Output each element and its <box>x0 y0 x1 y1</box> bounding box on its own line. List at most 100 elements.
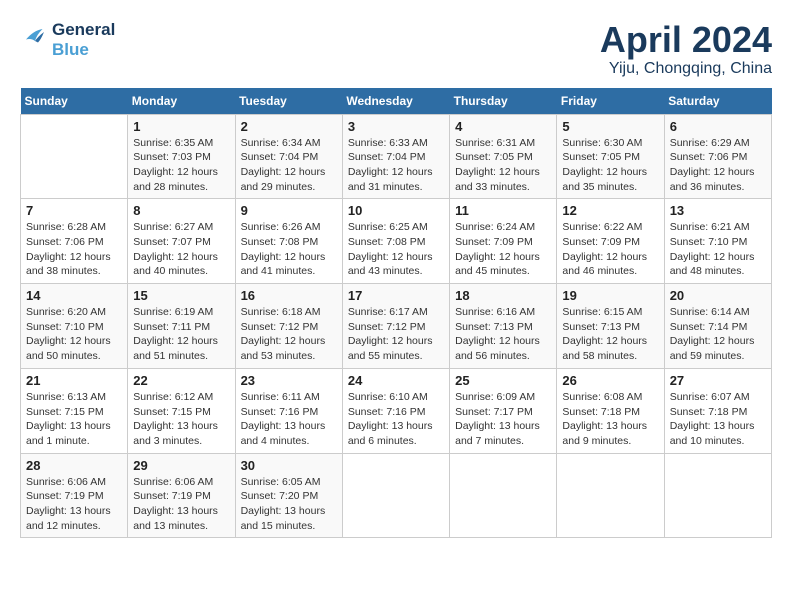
day-number: 3 <box>348 119 444 134</box>
day-info: Sunrise: 6:20 AM Sunset: 7:10 PM Dayligh… <box>26 305 122 364</box>
calendar-cell: 3Sunrise: 6:33 AM Sunset: 7:04 PM Daylig… <box>342 114 449 199</box>
calendar-cell: 4 Sunrise: 6:31 AM Sunset: 7:05 PM Daylig… <box>450 114 557 199</box>
calendar-cell: 12 Sunrise: 6:22 AM Sunset: 7:09 PM Dayli… <box>557 199 664 284</box>
day-info: Sunrise: 6:29 AM Sunset: 7:06 PM Dayligh… <box>670 136 766 195</box>
calendar-cell: 13 Sunrise: 6:21 AM Sunset: 7:10 PM Dayli… <box>664 199 771 284</box>
calendar-cell: 6Sunrise: 6:29 AM Sunset: 7:06 PM Daylig… <box>664 114 771 199</box>
calendar-day-header: Monday <box>128 88 235 115</box>
calendar-cell: 18 Sunrise: 6:16 AM Sunset: 7:13 PM Dayli… <box>450 284 557 369</box>
day-number: 25 <box>455 373 551 388</box>
calendar-cell: 23 Sunrise: 6:11 AM Sunset: 7:16 PM Dayli… <box>235 368 342 453</box>
calendar-cell: 11Sunrise: 6:24 AM Sunset: 7:09 PM Dayli… <box>450 199 557 284</box>
day-info: Sunrise: 6:31 AM Sunset: 7:05 PM Dayligh… <box>455 136 551 195</box>
calendar-cell: 27Sunrise: 6:07 AM Sunset: 7:18 PM Dayli… <box>664 368 771 453</box>
day-number: 9 <box>241 203 337 218</box>
day-number: 11 <box>455 203 551 218</box>
month-title: April 2024 <box>600 20 772 60</box>
location-title: Yiju, Chongqing, China <box>600 60 772 78</box>
calendar-week-row: 21 Sunrise: 6:13 AM Sunset: 7:15 PM Dayli… <box>21 368 772 453</box>
day-number: 12 <box>562 203 658 218</box>
calendar-cell: 10 Sunrise: 6:25 AM Sunset: 7:08 PM Dayli… <box>342 199 449 284</box>
day-info: Sunrise: 6:35 AM Sunset: 7:03 PM Dayligh… <box>133 136 229 195</box>
calendar-cell: 21 Sunrise: 6:13 AM Sunset: 7:15 PM Dayli… <box>21 368 128 453</box>
day-number: 8 <box>133 203 229 218</box>
day-number: 24 <box>348 373 444 388</box>
calendar-cell: 22 Sunrise: 6:12 AM Sunset: 7:15 PM Dayli… <box>128 368 235 453</box>
calendar-cell <box>557 453 664 538</box>
calendar-week-row: 1Sunrise: 6:35 AM Sunset: 7:03 PM Daylig… <box>21 114 772 199</box>
logo-line2: Blue <box>52 40 115 60</box>
logo: General Blue <box>20 20 115 61</box>
day-number: 18 <box>455 288 551 303</box>
calendar-week-row: 14Sunrise: 6:20 AM Sunset: 7:10 PM Dayli… <box>21 284 772 369</box>
calendar-cell: 28 Sunrise: 6:06 AM Sunset: 7:19 PM Dayli… <box>21 453 128 538</box>
calendar-cell: 26 Sunrise: 6:08 AM Sunset: 7:18 PM Dayli… <box>557 368 664 453</box>
calendar-cell <box>342 453 449 538</box>
day-info: Sunrise: 6:22 AM Sunset: 7:09 PM Dayligh… <box>562 220 658 279</box>
day-info: Sunrise: 6:25 AM Sunset: 7:08 PM Dayligh… <box>348 220 444 279</box>
calendar-cell: 16Sunrise: 6:18 AM Sunset: 7:12 PM Dayli… <box>235 284 342 369</box>
day-info: Sunrise: 6:06 AM Sunset: 7:19 PM Dayligh… <box>133 475 229 534</box>
day-number: 26 <box>562 373 658 388</box>
calendar-cell: 15Sunrise: 6:19 AM Sunset: 7:11 PM Dayli… <box>128 284 235 369</box>
day-info: Sunrise: 6:12 AM Sunset: 7:15 PM Dayligh… <box>133 390 229 449</box>
day-number: 4 <box>455 119 551 134</box>
day-number: 7 <box>26 203 122 218</box>
calendar-cell: 19 Sunrise: 6:15 AM Sunset: 7:13 PM Dayli… <box>557 284 664 369</box>
calendar-cell: 1Sunrise: 6:35 AM Sunset: 7:03 PM Daylig… <box>128 114 235 199</box>
calendar-cell: 9 Sunrise: 6:26 AM Sunset: 7:08 PM Daylig… <box>235 199 342 284</box>
calendar-cell: 29 Sunrise: 6:06 AM Sunset: 7:19 PM Dayli… <box>128 453 235 538</box>
calendar-cell: 8 Sunrise: 6:27 AM Sunset: 7:07 PM Daylig… <box>128 199 235 284</box>
calendar-cell: 17 Sunrise: 6:17 AM Sunset: 7:12 PM Dayli… <box>342 284 449 369</box>
calendar-cell: 14Sunrise: 6:20 AM Sunset: 7:10 PM Dayli… <box>21 284 128 369</box>
day-info: Sunrise: 6:27 AM Sunset: 7:07 PM Dayligh… <box>133 220 229 279</box>
calendar-cell <box>450 453 557 538</box>
calendar-cell: 7 Sunrise: 6:28 AM Sunset: 7:06 PM Daylig… <box>21 199 128 284</box>
day-number: 21 <box>26 373 122 388</box>
day-info: Sunrise: 6:06 AM Sunset: 7:19 PM Dayligh… <box>26 475 122 534</box>
day-info: Sunrise: 6:14 AM Sunset: 7:14 PM Dayligh… <box>670 305 766 364</box>
calendar-cell: 20 Sunrise: 6:14 AM Sunset: 7:14 PM Dayli… <box>664 284 771 369</box>
day-info: Sunrise: 6:08 AM Sunset: 7:18 PM Dayligh… <box>562 390 658 449</box>
day-number: 10 <box>348 203 444 218</box>
calendar-header-row: SundayMondayTuesdayWednesdayThursdayFrid… <box>21 88 772 115</box>
day-info: Sunrise: 6:34 AM Sunset: 7:04 PM Dayligh… <box>241 136 337 195</box>
day-number: 27 <box>670 373 766 388</box>
calendar-cell: 2Sunrise: 6:34 AM Sunset: 7:04 PM Daylig… <box>235 114 342 199</box>
day-number: 29 <box>133 458 229 473</box>
day-number: 13 <box>670 203 766 218</box>
day-info: Sunrise: 6:18 AM Sunset: 7:12 PM Dayligh… <box>241 305 337 364</box>
day-number: 22 <box>133 373 229 388</box>
day-info: Sunrise: 6:26 AM Sunset: 7:08 PM Dayligh… <box>241 220 337 279</box>
day-info: Sunrise: 6:17 AM Sunset: 7:12 PM Dayligh… <box>348 305 444 364</box>
day-number: 30 <box>241 458 337 473</box>
calendar-day-header: Tuesday <box>235 88 342 115</box>
title-block: April 2024 Yiju, Chongqing, China <box>600 20 772 78</box>
day-info: Sunrise: 6:15 AM Sunset: 7:13 PM Dayligh… <box>562 305 658 364</box>
day-info: Sunrise: 6:09 AM Sunset: 7:17 PM Dayligh… <box>455 390 551 449</box>
day-info: Sunrise: 6:13 AM Sunset: 7:15 PM Dayligh… <box>26 390 122 449</box>
day-info: Sunrise: 6:28 AM Sunset: 7:06 PM Dayligh… <box>26 220 122 279</box>
day-number: 15 <box>133 288 229 303</box>
calendar-cell <box>21 114 128 199</box>
day-info: Sunrise: 6:16 AM Sunset: 7:13 PM Dayligh… <box>455 305 551 364</box>
calendar-week-row: 7 Sunrise: 6:28 AM Sunset: 7:06 PM Daylig… <box>21 199 772 284</box>
day-info: Sunrise: 6:21 AM Sunset: 7:10 PM Dayligh… <box>670 220 766 279</box>
calendar-day-header: Friday <box>557 88 664 115</box>
calendar-cell: 30Sunrise: 6:05 AM Sunset: 7:20 PM Dayli… <box>235 453 342 538</box>
day-info: Sunrise: 6:11 AM Sunset: 7:16 PM Dayligh… <box>241 390 337 449</box>
day-info: Sunrise: 6:10 AM Sunset: 7:16 PM Dayligh… <box>348 390 444 449</box>
calendar-body: 1Sunrise: 6:35 AM Sunset: 7:03 PM Daylig… <box>21 114 772 538</box>
logo-icon <box>20 23 50 53</box>
day-info: Sunrise: 6:30 AM Sunset: 7:05 PM Dayligh… <box>562 136 658 195</box>
day-number: 20 <box>670 288 766 303</box>
day-number: 17 <box>348 288 444 303</box>
calendar-day-header: Saturday <box>664 88 771 115</box>
calendar-day-header: Thursday <box>450 88 557 115</box>
day-number: 23 <box>241 373 337 388</box>
calendar-day-header: Sunday <box>21 88 128 115</box>
page-header: General Blue April 2024 Yiju, Chongqing,… <box>20 20 772 78</box>
calendar-cell: 25 Sunrise: 6:09 AM Sunset: 7:17 PM Dayli… <box>450 368 557 453</box>
day-number: 28 <box>26 458 122 473</box>
day-number: 19 <box>562 288 658 303</box>
